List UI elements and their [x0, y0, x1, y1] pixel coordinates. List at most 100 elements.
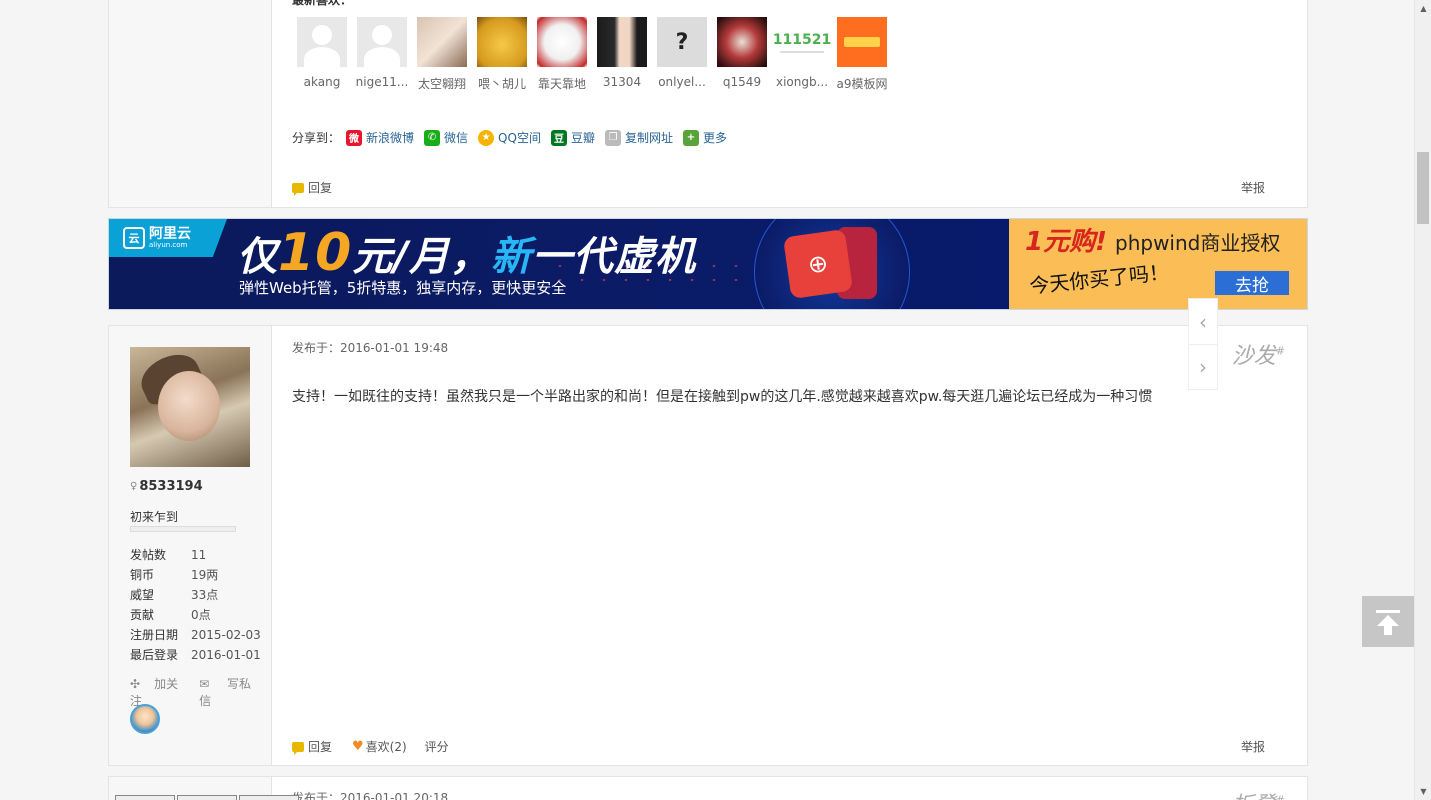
liker-item[interactable]: akang: [292, 17, 352, 92]
scroll-thumb[interactable]: [1417, 152, 1429, 224]
stat-key: 威望: [130, 588, 155, 602]
banner-headline: 仅10元/月，新一代虚机: [237, 223, 696, 283]
share-copy-label[interactable]: 复制网址: [625, 129, 673, 146]
banner-headline-mid: 元/月，: [352, 234, 491, 280]
banner-headline-new: 新: [490, 234, 532, 280]
stat-row: 注册日期 2015-02-03: [130, 625, 261, 645]
qzone-icon: ★: [478, 129, 495, 146]
share-weibo-label[interactable]: 新浪微博: [366, 129, 414, 146]
liker-avatar[interactable]: [717, 17, 767, 67]
bottom-tab[interactable]: [239, 795, 299, 800]
share-weibo[interactable]: 微新浪微博: [346, 129, 414, 146]
stat-row: 威望 33点: [130, 585, 261, 605]
like-label[interactable]: 喜欢(2): [366, 738, 407, 755]
stat-key: 注册日期: [130, 628, 179, 642]
share-wechat[interactable]: ✆ 微信: [424, 129, 468, 146]
share-douban-label[interactable]: 豆瓣: [571, 129, 595, 146]
ad-banner[interactable]: 云 阿里云 aliyun.com ⊕ 仅10元/月，新一代虚机 弹性Web托管，…: [108, 218, 1308, 310]
post-time: 发布于：2016-01-01 20:18: [292, 791, 449, 800]
stat-value: 2016-01-01: [191, 648, 261, 662]
share-copy[interactable]: ❐ 复制网址: [604, 129, 673, 146]
liker-name[interactable]: 喂丶胡儿: [472, 75, 532, 92]
douban-icon: 豆: [550, 129, 567, 146]
report-link[interactable]: 举报: [1241, 179, 1265, 196]
liker-name[interactable]: xiongb...: [772, 75, 832, 89]
share-wechat-label[interactable]: 微信: [444, 129, 468, 146]
liker-item[interactable]: 31304: [592, 17, 652, 92]
rate-button[interactable]: 评分: [425, 738, 449, 755]
medal-icon[interactable]: [130, 704, 160, 734]
message-button[interactable]: ✉ 写私信: [199, 675, 257, 709]
chevron-left-icon[interactable]: ‹: [1189, 299, 1217, 344]
stat-key: 发帖数: [130, 548, 167, 562]
banner-right-title: 1元购!: [1025, 227, 1107, 257]
liker-item[interactable]: nige11...: [352, 17, 412, 92]
liker-name[interactable]: a9模板网: [832, 75, 892, 92]
liker-name[interactable]: 31304: [592, 75, 652, 89]
copy-icon: ❐: [604, 129, 621, 146]
liker-avatar[interactable]: [597, 17, 647, 67]
user-avatar[interactable]: [130, 347, 250, 467]
share-more[interactable]: + 更多: [682, 129, 727, 146]
liker-item[interactable]: 太空翱翔: [412, 17, 472, 92]
scroll-up-icon[interactable]: ▲: [1415, 0, 1431, 17]
back-to-top-button[interactable]: [1362, 596, 1414, 647]
liker-name[interactable]: nige11...: [352, 75, 412, 89]
liker-avatar[interactable]: [297, 17, 347, 67]
vertical-scrollbar[interactable]: ▲ ▼: [1414, 0, 1431, 800]
floor-text[interactable]: 沙发: [1232, 344, 1276, 369]
liker-item[interactable]: ? onlyel...: [652, 17, 712, 92]
bottom-tab[interactable]: [177, 795, 237, 800]
report-link[interactable]: 举报: [1241, 738, 1265, 755]
liker-item[interactable]: 靠天靠地: [532, 17, 592, 92]
liker-name[interactable]: akang: [292, 75, 352, 89]
reply-button[interactable]: 回复: [292, 179, 332, 196]
aliyun-logo: 云 阿里云 aliyun.com: [109, 219, 227, 257]
share-qzone[interactable]: ★ QQ空间: [478, 129, 541, 146]
liker-avatar[interactable]: [417, 17, 467, 67]
floor-text[interactable]: 板凳: [1232, 793, 1276, 800]
post-likes-block: 最新喜欢： akang nige11... 太空翱翔 喂丶胡儿 靠天靠地 313…: [108, 0, 1308, 208]
liker-item[interactable]: q1549: [712, 17, 772, 92]
liker-name[interactable]: 靠天靠地: [532, 75, 592, 92]
user-sidebar: ♀ 8533194 初来乍到 发帖数 11 铜币 19两 威望 33点 贡献 0点 注册日…: [109, 326, 272, 765]
liker-item[interactable]: 喂丶胡儿: [472, 17, 532, 92]
bottom-tab[interactable]: [115, 795, 175, 800]
liker-avatar-text: 111521: [772, 31, 832, 48]
liker-avatar[interactable]: [837, 17, 887, 67]
liker-avatar[interactable]: [537, 17, 587, 67]
liker-avatar[interactable]: 111521: [773, 17, 831, 67]
share-more-label[interactable]: 更多: [703, 129, 727, 146]
liker-name[interactable]: q1549: [712, 75, 772, 89]
user-name-text[interactable]: 8533194: [139, 479, 202, 494]
floor-label[interactable]: 板凳#: [1232, 787, 1285, 800]
liker-avatar[interactable]: [477, 17, 527, 67]
post-pager: ‹ ›: [1188, 298, 1218, 390]
stat-key: 铜币: [130, 568, 155, 582]
user-name[interactable]: ♀ 8533194: [130, 479, 203, 494]
liker-item[interactable]: a9模板网: [832, 17, 892, 92]
follow-button[interactable]: ✣ 加关注: [130, 675, 185, 709]
liker-avatar[interactable]: ?: [657, 17, 707, 67]
banner-left: 云 阿里云 aliyun.com ⊕ 仅10元/月，新一代虚机 弹性Web托管，…: [109, 219, 1009, 309]
likers-list: akang nige11... 太空翱翔 喂丶胡儿 靠天靠地 31304 ? o…: [292, 17, 892, 92]
banner-right-handwriting: 今天你买了吗！: [1028, 259, 1171, 299]
share-qzone-label[interactable]: QQ空间: [498, 129, 541, 146]
scroll-down-icon[interactable]: ▼: [1415, 783, 1431, 800]
reply-label[interactable]: 回复: [308, 738, 332, 755]
reply-label[interactable]: 回复: [308, 179, 332, 196]
liker-item[interactable]: 111521 xiongb...: [772, 17, 832, 92]
chevron-right-icon[interactable]: ›: [1189, 344, 1217, 389]
liker-name[interactable]: 太空翱翔: [412, 75, 472, 92]
liker-avatar[interactable]: [357, 17, 407, 67]
reply-icon: [292, 741, 304, 755]
post-actions: 回复 ♥ 喜欢(2) 评分: [292, 738, 469, 755]
liker-name[interactable]: onlyel...: [652, 75, 712, 89]
share-douban[interactable]: 豆豆瓣: [550, 129, 595, 146]
banner-buy-button[interactable]: 去抢: [1215, 271, 1289, 296]
banner-right-title2: phpwind商业授权: [1115, 231, 1281, 255]
like-button[interactable]: ♥ 喜欢(2): [352, 738, 407, 755]
floor-label[interactable]: 沙发#: [1232, 338, 1285, 370]
stat-row: 发帖数 11: [130, 545, 261, 565]
reply-button[interactable]: 回复: [292, 738, 332, 755]
